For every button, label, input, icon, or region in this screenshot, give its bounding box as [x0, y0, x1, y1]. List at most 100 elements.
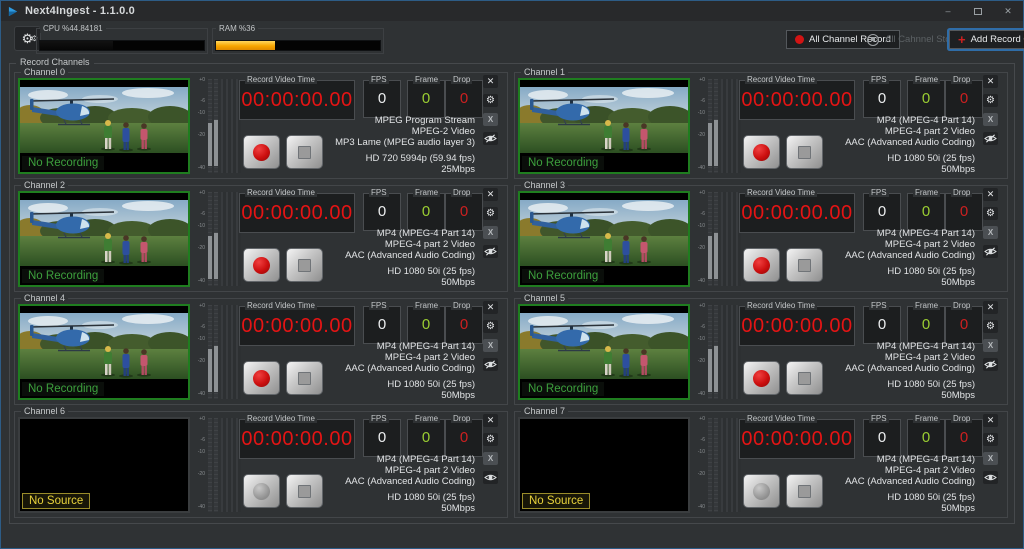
- fps-box: FPS 0: [363, 193, 401, 231]
- drop-value: 0: [446, 307, 482, 342]
- stop-button[interactable]: [786, 474, 823, 508]
- eye-preview-button[interactable]: [483, 471, 498, 484]
- stop-button[interactable]: [286, 361, 323, 395]
- close-channel-button[interactable]: ✕: [983, 414, 998, 427]
- stop-button[interactable]: [286, 135, 323, 169]
- channel-settings-button[interactable]: ⚙: [483, 94, 498, 107]
- record-time-label: Record Video Time: [745, 414, 817, 423]
- audio-meters: +0-6-10-20-40: [695, 417, 741, 513]
- meter-scale-tick: -40: [698, 166, 705, 171]
- channel-settings-button[interactable]: ⚙: [983, 94, 998, 107]
- close-channel-button[interactable]: ✕: [483, 188, 498, 201]
- channel-settings-button[interactable]: ⚙: [483, 433, 498, 446]
- audio-meter-bar: [714, 192, 718, 286]
- record-button[interactable]: [743, 474, 780, 508]
- fps-label: FPS: [369, 414, 389, 423]
- eye-preview-button[interactable]: [983, 471, 998, 484]
- meter-scale-tick: -10: [698, 450, 705, 455]
- eye-preview-button[interactable]: [483, 245, 498, 258]
- close-channel-button[interactable]: ✕: [483, 414, 498, 427]
- x-key-button[interactable]: X: [483, 226, 498, 239]
- channel-settings-button[interactable]: ⚙: [983, 207, 998, 220]
- x-key-button[interactable]: X: [483, 452, 498, 465]
- minimize-button[interactable]: –: [933, 1, 963, 21]
- maximize-button[interactable]: [963, 1, 993, 21]
- stop-button[interactable]: [786, 135, 823, 169]
- fps-label: FPS: [869, 301, 889, 310]
- all-channel-stop-button[interactable]: All Cahnnel Stop: [867, 30, 956, 49]
- frame-label: Frame: [913, 75, 940, 84]
- record-icon: [753, 257, 770, 274]
- format-resolution: HD 1080 50i (25 fps): [845, 266, 975, 277]
- channel-panel: Channel 2: [14, 185, 508, 292]
- eye-preview-button[interactable]: [983, 358, 998, 371]
- drop-label: Drop: [451, 75, 472, 84]
- frame-value: 0: [908, 307, 944, 342]
- channel-icon-column: ✕ ⚙ X: [983, 75, 998, 151]
- meter-scale-tick: -20: [198, 133, 205, 138]
- record-button[interactable]: [743, 248, 780, 282]
- drop-box: Drop 0: [945, 306, 983, 344]
- frame-value: 0: [408, 194, 444, 229]
- close-channel-button[interactable]: ✕: [983, 301, 998, 314]
- drop-box: Drop 0: [445, 193, 483, 231]
- stop-button[interactable]: [286, 248, 323, 282]
- record-button[interactable]: [243, 135, 280, 169]
- close-channel-button[interactable]: ✕: [483, 301, 498, 314]
- frame-box: Frame 0: [907, 80, 945, 118]
- record-dot-icon: [795, 35, 804, 44]
- eye-preview-button[interactable]: [983, 132, 998, 145]
- meter-scale-tick: -20: [698, 133, 705, 138]
- channel-settings-button[interactable]: ⚙: [983, 320, 998, 333]
- eye-preview-button[interactable]: [483, 132, 498, 145]
- eye-preview-button[interactable]: [483, 358, 498, 371]
- record-button[interactable]: [243, 361, 280, 395]
- eye-preview-button[interactable]: [983, 245, 998, 258]
- record-time-box: Record Video Time 00:00:00.00: [739, 419, 855, 459]
- format-video-codec: MPEG-4 part 2 Video: [845, 126, 975, 137]
- drop-value: 0: [446, 420, 482, 455]
- x-key-button[interactable]: X: [983, 113, 998, 126]
- close-button[interactable]: ✕: [993, 1, 1023, 21]
- format-resolution: HD 1080 50i (25 fps): [345, 266, 475, 277]
- stop-button[interactable]: [286, 474, 323, 508]
- channel-icon-column: ✕ ⚙ X: [483, 301, 498, 377]
- close-channel-button[interactable]: ✕: [483, 75, 498, 88]
- fps-box: FPS 0: [363, 80, 401, 118]
- x-key-button[interactable]: X: [983, 452, 998, 465]
- record-button[interactable]: [243, 248, 280, 282]
- format-container: MP4 (MPEG-4 Part 14): [845, 228, 975, 239]
- channel-settings-button[interactable]: ⚙: [483, 207, 498, 220]
- x-key-button[interactable]: X: [983, 226, 998, 239]
- video-preview: No Recording: [518, 304, 690, 400]
- channel-settings-button[interactable]: ⚙: [983, 433, 998, 446]
- x-key-button[interactable]: X: [483, 113, 498, 126]
- record-button[interactable]: [243, 474, 280, 508]
- frame-value: 0: [908, 420, 944, 455]
- audio-meter-bar: [208, 418, 212, 512]
- drop-label: Drop: [451, 414, 472, 423]
- x-key-button[interactable]: X: [983, 339, 998, 352]
- frame-box: Frame 0: [407, 193, 445, 231]
- meter-scale-tick: -6: [201, 325, 205, 330]
- frame-value: 0: [408, 81, 444, 116]
- record-icon: [253, 257, 270, 274]
- record-icon: [753, 144, 770, 161]
- stop-button[interactable]: [786, 248, 823, 282]
- video-preview-image: [20, 200, 188, 266]
- record-time-label: Record Video Time: [745, 188, 817, 197]
- x-key-button[interactable]: X: [483, 339, 498, 352]
- meter-scale-tick: -40: [698, 505, 705, 510]
- record-time-value: 00:00:00.00: [240, 81, 354, 119]
- close-channel-button[interactable]: ✕: [983, 188, 998, 201]
- record-time-label: Record Video Time: [245, 414, 317, 423]
- add-record-channel-button[interactable]: + Add Record Channel: [949, 30, 1024, 49]
- record-button[interactable]: [743, 135, 780, 169]
- record-button[interactable]: [743, 361, 780, 395]
- stop-button[interactable]: [786, 361, 823, 395]
- channel-settings-button[interactable]: ⚙: [483, 320, 498, 333]
- title-bar[interactable]: Next4Ingest - 1.1.0.0 – ✕: [1, 1, 1023, 21]
- close-channel-button[interactable]: ✕: [983, 75, 998, 88]
- record-icon: [753, 483, 770, 500]
- channel-title: Channel 7: [521, 406, 568, 416]
